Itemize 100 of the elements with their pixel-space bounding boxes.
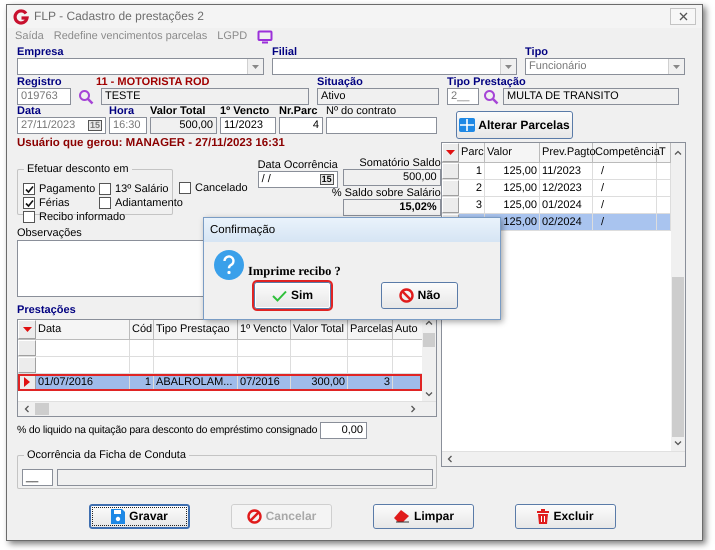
window-title: FLP - Cadastro de prestações 2 <box>34 9 204 24</box>
date-field[interactable]: / / 15 <box>258 171 338 188</box>
action-button[interactable]: Gravar <box>89 504 190 529</box>
action-button[interactable]: Excluir <box>515 504 616 529</box>
field-label: Registro <box>17 77 63 88</box>
field-label: Nr.Parc <box>279 106 318 117</box>
close-button[interactable] <box>670 8 696 25</box>
column-header[interactable]: Data <box>36 320 130 339</box>
column-header[interactable]: Parc <box>459 143 485 162</box>
group-title: Efetuar desconto em <box>24 163 132 176</box>
scroll-thumb[interactable] <box>35 402 49 415</box>
table-cell: 01/07/2016 <box>36 374 130 390</box>
due-date-field[interactable]: 11/2023 <box>220 117 276 134</box>
checkbox[interactable] <box>99 183 111 196</box>
code-field[interactable]: __ <box>22 468 53 486</box>
dropdown-button[interactable] <box>500 59 516 74</box>
sort-indicator-icon <box>22 326 32 332</box>
column-header[interactable] <box>18 320 36 339</box>
column-header[interactable]: Valor <box>485 143 540 162</box>
caret-icon <box>505 64 512 68</box>
scroll-up-icon[interactable] <box>674 150 682 155</box>
calendar-button[interactable]: 15 <box>320 174 334 186</box>
scroll-down-icon[interactable] <box>674 441 682 446</box>
dropdown-field[interactable] <box>17 58 264 75</box>
field-label: Empresa <box>17 47 64 58</box>
calendar-button[interactable]: 15 <box>88 120 102 131</box>
dropdown-field[interactable]: Funcionário <box>525 58 685 75</box>
percent-field: 15,02% <box>342 199 441 216</box>
scroll-down-icon[interactable] <box>425 392 433 397</box>
dialog-message: Imprime recibo ? <box>248 264 341 278</box>
field-label: Data Ocorrência <box>258 160 338 172</box>
logo-icon <box>13 8 29 24</box>
search-icon[interactable] <box>78 88 94 104</box>
table-cell: 07/2016 <box>238 374 291 390</box>
table-cell: 3 <box>348 374 393 390</box>
field-label: Prestações <box>17 305 76 316</box>
scroll-left-icon[interactable] <box>24 404 29 413</box>
checkbox[interactable] <box>23 197 35 210</box>
dropdown-button[interactable] <box>668 59 684 74</box>
field-label: Tipo <box>525 47 548 58</box>
question-icon <box>214 250 244 280</box>
dialog-button[interactable]: Não <box>381 282 458 309</box>
column-header[interactable]: Cód <box>130 320 154 339</box>
table-row[interactable]: 2 125,00 12/2023 / <box>442 180 671 197</box>
code-field[interactable]: 2__ <box>447 88 479 105</box>
action-button[interactable]: Limpar <box>373 504 474 529</box>
date-field[interactable]: 27/11/2023 15 <box>17 117 106 134</box>
field-label: Data <box>17 106 41 117</box>
trash-icon <box>537 508 550 524</box>
alter-installments-button[interactable]: Alterar Parcelas <box>456 111 573 139</box>
name-field[interactable]: TESTE <box>101 88 309 105</box>
scroll-right-icon[interactable] <box>411 404 416 413</box>
table-cell: / <box>593 214 657 230</box>
scroll-thumb[interactable] <box>672 277 684 437</box>
table-cell: 1 <box>459 163 485 179</box>
field-label: Hora <box>109 106 134 117</box>
scroll-left-icon[interactable] <box>447 455 452 463</box>
table-cell: / <box>593 197 657 213</box>
column-header[interactable]: Prev.Pagto <box>540 143 593 162</box>
checkbox[interactable] <box>23 211 35 224</box>
checkbox[interactable] <box>99 197 111 210</box>
field-label: Situação <box>317 77 363 88</box>
table-cell: 11/2023 <box>540 163 593 179</box>
column-header[interactable] <box>442 143 459 162</box>
table-row[interactable]: 1 125,00 11/2023 / <box>442 163 671 180</box>
description-field[interactable]: MULTA DE TRANSITO <box>503 88 679 105</box>
close-icon <box>678 12 688 21</box>
search-icon[interactable] <box>483 88 499 104</box>
dropdown-field[interactable] <box>272 58 517 75</box>
checkbox-label: Recibo informado <box>39 211 126 224</box>
field-label: Somatório Saldo <box>359 158 441 170</box>
table-cell: / <box>593 163 657 179</box>
table-cell: 2 <box>459 180 485 196</box>
checkbox-label: Férias <box>39 197 70 210</box>
sort-indicator-icon <box>446 150 455 155</box>
total-field[interactable]: 500,00 <box>150 117 217 134</box>
user-info: Usuário que gerou: MANAGER - 27/11/2023 16:31 <box>17 137 285 149</box>
time-field[interactable]: 16:30 <box>109 117 147 134</box>
contract-field[interactable] <box>326 117 437 134</box>
field-label: Valor Total <box>150 106 206 117</box>
installments-field[interactable]: 4 <box>279 117 323 134</box>
field-label: % do liquido na quitação para desconto do empréstimo consignado <box>17 424 318 436</box>
percent-input[interactable]: 0,00 <box>320 422 367 439</box>
checkbox[interactable] <box>179 182 191 194</box>
eraser-icon <box>392 509 410 524</box>
table-row[interactable]: 01/07/2016 1 ABALROLAM... 07/2016 300,00 3 <box>18 374 422 391</box>
field-label: Nº do contrato <box>326 106 396 117</box>
table-cell: 125,00 <box>485 163 540 179</box>
status-field[interactable]: Ativo <box>317 88 439 105</box>
registration-field[interactable]: 019763 <box>17 88 71 105</box>
dialog-button[interactable]: Sim <box>254 282 331 309</box>
checkbox-label: Pagamento <box>39 183 96 196</box>
dropdown-button[interactable] <box>247 59 263 74</box>
table-cell: 1 <box>130 374 154 390</box>
monitor-icon[interactable] <box>257 30 274 44</box>
scroll-thumb[interactable] <box>423 332 435 347</box>
field-label: % Saldo sobre Salário <box>332 188 441 200</box>
checkbox[interactable] <box>23 183 35 196</box>
group-title: Ocorrência da Ficha de Conduta <box>24 448 189 461</box>
caret-icon <box>252 64 259 68</box>
